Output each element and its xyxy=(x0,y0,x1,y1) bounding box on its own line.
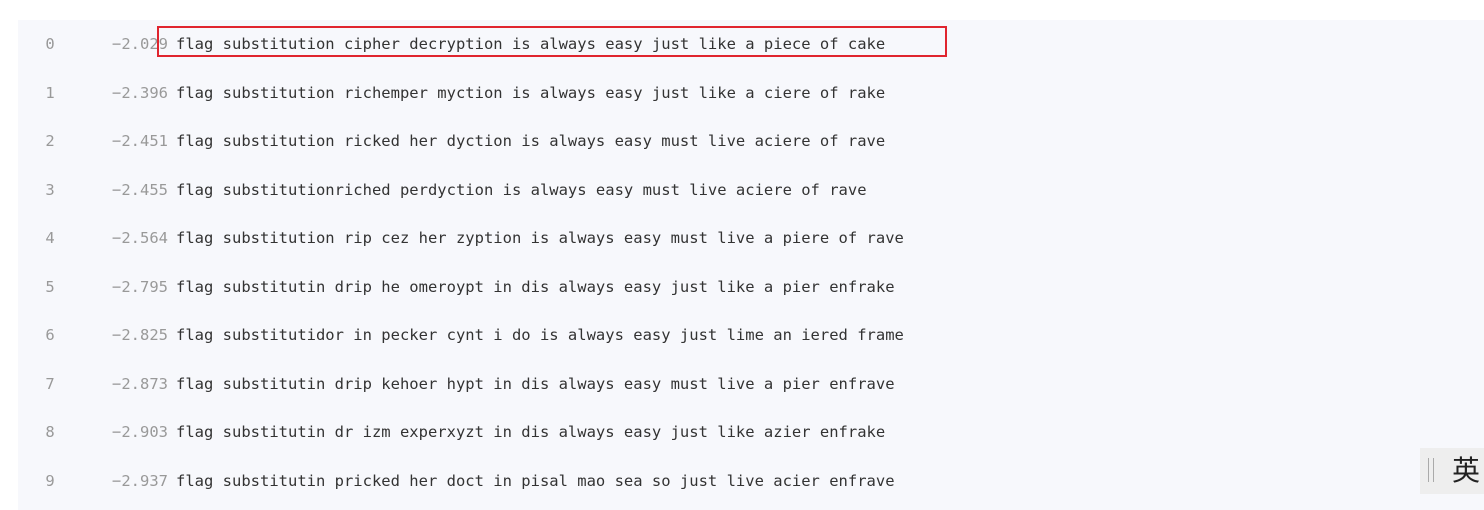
row-score: −2.564 xyxy=(112,229,168,247)
row-index: 1 xyxy=(45,83,55,102)
row-index: 9 xyxy=(45,471,55,490)
results-panel: 0 −2.029 flag substitution cipher decryp… xyxy=(18,20,1484,510)
row-text: flag substitution cipher decryption is a… xyxy=(176,35,886,53)
row-text: flag substitution rip cez her zyption is… xyxy=(176,229,904,247)
result-row: 1 −2.396 flag substitution richemper myc… xyxy=(18,69,1018,117)
row-index: 7 xyxy=(45,374,55,393)
ime-language-label[interactable]: 英 xyxy=(1452,454,1480,488)
row-index: 5 xyxy=(45,277,55,296)
row-index: 8 xyxy=(45,423,55,441)
row-index: 2 xyxy=(45,132,55,150)
row-score: −2.937 xyxy=(112,471,168,490)
row-score: −2.825 xyxy=(112,326,168,344)
row-text: flag substitutionriched perdyction is al… xyxy=(176,180,867,199)
row-text: flag substitution richemper myction is a… xyxy=(176,83,886,102)
row-text: flag substitutin drip he omeroypt in dis… xyxy=(176,277,895,296)
row-text: flag substitutin pricked her doct in pis… xyxy=(176,471,895,490)
result-row: 5 −2.795 flag substitutin drip he omeroy… xyxy=(18,263,1018,311)
result-row: 8 −2.903 flag substitutin dr izm experxy… xyxy=(18,408,1018,456)
row-score: −2.873 xyxy=(112,374,168,393)
result-row: 0 −2.029 flag substitution cipher decryp… xyxy=(18,20,1018,68)
row-score: −2.903 xyxy=(112,423,168,441)
result-row: 9 −2.937 flag substitutin pricked her do… xyxy=(18,457,1018,505)
row-text: flag substitutidor in pecker cynt i do i… xyxy=(176,326,904,344)
ime-language-toggle[interactable]: 英 xyxy=(1420,448,1484,494)
row-score: −2.455 xyxy=(112,180,168,199)
row-index: 3 xyxy=(45,180,55,199)
result-row: 4 −2.564 flag substitution rip cez her z… xyxy=(18,214,1018,262)
row-score: −2.396 xyxy=(112,83,168,102)
result-row: 6 −2.825 flag substitutidor in pecker cy… xyxy=(18,311,1018,359)
drag-handle-icon[interactable] xyxy=(1428,458,1434,482)
row-score: −2.795 xyxy=(112,277,168,296)
row-text: flag substitution ricked her dyction is … xyxy=(176,132,886,150)
row-score: −2.451 xyxy=(112,132,168,150)
result-row: 7 −2.873 flag substitutin drip kehoer hy… xyxy=(18,360,1018,408)
row-text: flag substitutin dr izm experxyzt in dis… xyxy=(176,423,886,441)
result-row: 2 −2.451 flag substitution ricked her dy… xyxy=(18,117,1018,165)
row-index: 6 xyxy=(45,326,55,344)
row-score: −2.029 xyxy=(112,35,168,53)
row-index: 0 xyxy=(45,35,55,53)
row-index: 4 xyxy=(45,229,55,247)
result-row: 3 −2.455 flag substitutionriched perdyct… xyxy=(18,166,1018,214)
row-text: flag substitutin drip kehoer hypt in dis… xyxy=(176,374,895,393)
